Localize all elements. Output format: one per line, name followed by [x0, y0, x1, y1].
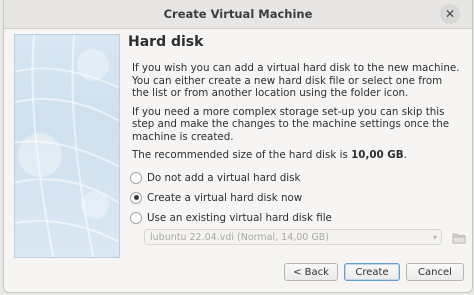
intro-text: If you wish you can add a virtual hard d…	[132, 62, 460, 99]
title-bar[interactable]: Create Virtual Machine ✕	[4, 0, 472, 29]
chevron-down-icon: ▾	[432, 233, 437, 242]
close-button[interactable]: ✕	[440, 4, 460, 24]
recommended-size-text: The recommended size of the hard disk is…	[132, 149, 462, 162]
radio-existing-disk[interactable]	[130, 211, 142, 224]
create-vm-dialog: Create Virtual Machine ✕ Hard disk If yo…	[3, 0, 473, 293]
radio-create-disk[interactable]	[130, 191, 142, 204]
existing-disk-value: lubuntu 22.04.vdi (Normal, 14,00 GB)	[150, 232, 329, 243]
recommended-prefix: The recommended size of the hard disk is	[132, 149, 352, 161]
option-existing-disk[interactable]: Use an existing virtual hard disk file	[130, 208, 462, 228]
recommended-size-value: 10,00 GB	[351, 149, 404, 161]
existing-disk-select[interactable]: lubuntu 22.04.vdi (Normal, 14,00 GB) ▾	[144, 229, 442, 245]
option-no-disk-label: Do not add a virtual hard disk	[147, 171, 301, 184]
create-button[interactable]: Create	[344, 263, 400, 281]
option-create-disk-label: Create a virtual hard disk now	[147, 191, 303, 204]
page-heading: Hard disk	[128, 34, 204, 50]
existing-disk-row: lubuntu 22.04.vdi (Normal, 14,00 GB) ▾	[140, 229, 466, 246]
option-no-disk[interactable]: Do not add a virtual hard disk	[130, 168, 462, 188]
button-bar: < Back Create Cancel	[284, 263, 464, 281]
advanced-text: If you need a more complex storage set-u…	[132, 105, 450, 143]
folder-icon[interactable]	[452, 230, 466, 244]
back-button[interactable]: < Back	[284, 263, 338, 281]
cancel-button[interactable]: Cancel	[406, 263, 464, 281]
wizard-content: Hard disk If you wish you can add a virt…	[128, 34, 466, 245]
radio-no-disk[interactable]	[130, 171, 142, 184]
recommended-suffix: .	[403, 149, 407, 161]
option-create-disk[interactable]: Create a virtual hard disk now	[130, 188, 462, 208]
option-existing-disk-label: Use an existing virtual hard disk file	[147, 211, 332, 224]
wizard-illustration-art	[15, 35, 119, 257]
window-title: Create Virtual Machine	[163, 7, 313, 21]
wizard-illustration	[14, 34, 120, 258]
